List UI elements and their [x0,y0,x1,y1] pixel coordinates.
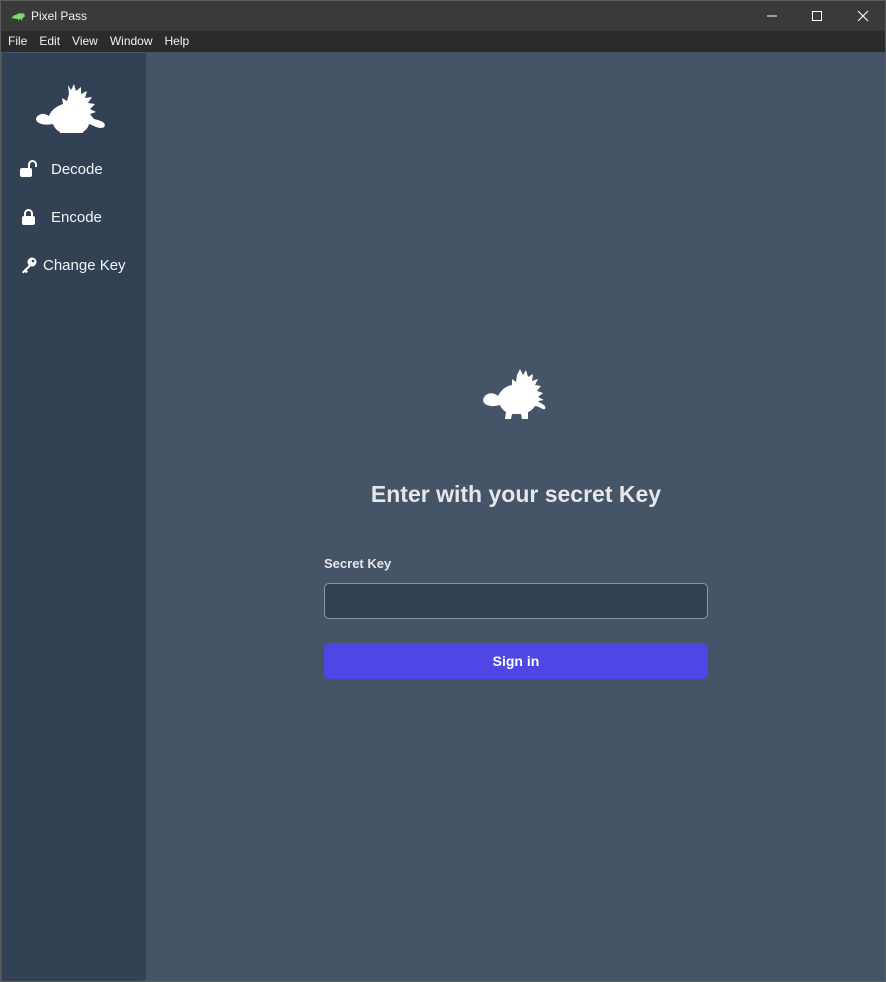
stegosaurus-icon [481,369,546,419]
close-button[interactable] [840,1,886,31]
sidebar-item-label: Encode [51,208,102,226]
sidebar-item-decode[interactable]: Decode [18,155,103,183]
menu-window[interactable]: Window [104,31,159,52]
sign-in-button[interactable]: Sign in [324,643,708,679]
unlock-icon [18,158,40,180]
minimize-icon [767,15,777,17]
maximize-button[interactable] [794,1,840,31]
menu-edit[interactable]: Edit [33,31,66,52]
close-icon [857,10,869,22]
key-icon [18,254,40,276]
app-window: Pixel Pass File Edit View Window Help De… [0,0,886,982]
menu-view[interactable]: View [66,31,104,52]
menu-bar: File Edit View Window Help [1,31,885,52]
minimize-button[interactable] [749,1,795,31]
menu-help[interactable]: Help [159,31,196,52]
sidebar-item-label: Change Key [43,256,126,274]
maximize-icon [812,11,822,21]
sidebar: Decode Encode Change Key [2,53,146,981]
stegosaurus-icon [36,84,105,133]
menu-file[interactable]: File [1,31,33,52]
secret-key-label: Secret Key [324,556,392,571]
stegosaurus-icon [11,12,26,21]
sidebar-item-change-key[interactable]: Change Key [18,251,126,279]
window-title: Pixel Pass [31,9,88,23]
sidebar-item-encode[interactable]: Encode [18,203,102,231]
page-title: Enter with your secret Key [370,481,662,507]
title-bar: Pixel Pass [1,1,885,31]
secret-key-input[interactable] [324,583,708,619]
lock-icon [18,206,40,228]
sidebar-item-label: Decode [51,160,103,178]
